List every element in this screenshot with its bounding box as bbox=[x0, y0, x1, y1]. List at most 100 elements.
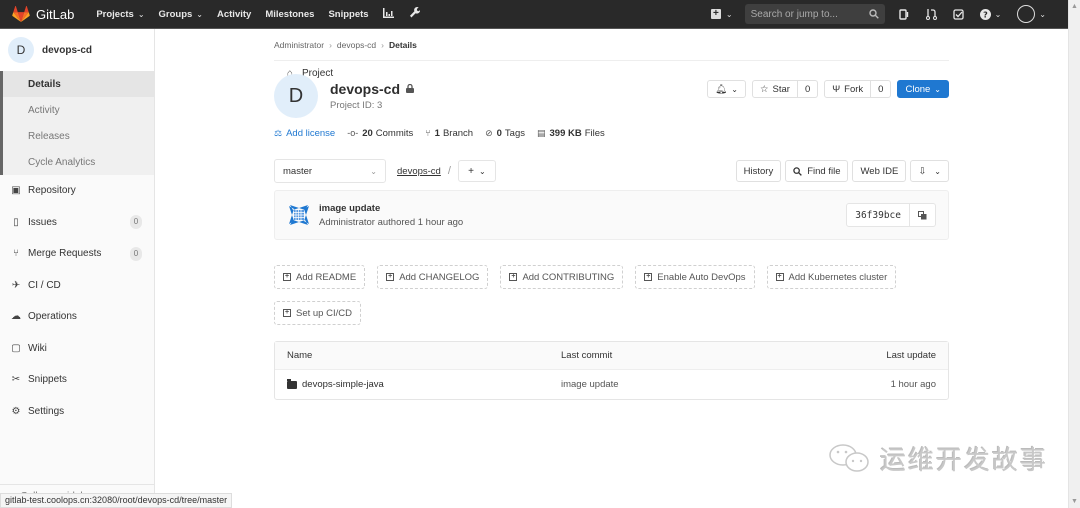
wrench-icon[interactable] bbox=[409, 7, 420, 21]
breadcrumb-current[interactable]: Details bbox=[389, 40, 417, 50]
sidebar-project-header[interactable]: D devops-cd bbox=[0, 29, 154, 71]
add-kubernetes-cluster-button[interactable]: + Add Kubernetes cluster bbox=[766, 265, 897, 289]
nav-milestones[interactable]: Milestones bbox=[265, 9, 314, 20]
tags-link[interactable]: ⊘ 0 Tags bbox=[485, 128, 525, 139]
file-last-commit[interactable]: image update bbox=[561, 379, 816, 390]
star-button[interactable]: ☆ Star bbox=[751, 80, 798, 98]
gitlab-logo[interactable]: GitLab bbox=[12, 6, 74, 22]
sidebar-item-wiki[interactable]: ▢ Wiki bbox=[0, 333, 154, 365]
history-button[interactable]: History bbox=[735, 160, 782, 182]
add-license-link[interactable]: ⚖ Add license bbox=[274, 128, 335, 139]
search-icon bbox=[793, 166, 803, 176]
set-up-ci-cd-button[interactable]: + Set up CI/CD bbox=[274, 301, 361, 325]
gitlab-tanuki-icon bbox=[12, 6, 30, 22]
fork-button[interactable]: Ψ Fork bbox=[824, 80, 872, 98]
sidebar-subitem-releases[interactable]: Releases bbox=[3, 123, 154, 149]
commits-link[interactable]: -o- 20 Commits bbox=[347, 128, 413, 139]
repo-path-link[interactable]: devops-cd bbox=[397, 166, 441, 177]
copy-sha-button[interactable] bbox=[910, 203, 936, 227]
commits-count: 20 bbox=[362, 127, 373, 139]
commit-author-avatar[interactable] bbox=[287, 203, 311, 227]
notification-dropdown[interactable]: 🔔︎ ⌄ bbox=[707, 80, 746, 98]
sidebar-item-label: Snippets bbox=[28, 374, 67, 386]
nav-groups-label: Groups bbox=[158, 8, 193, 20]
sidebar-item-repository[interactable]: ▣ Repository bbox=[0, 175, 154, 207]
vertical-scrollbar[interactable]: ▲ ▼ bbox=[1068, 0, 1080, 508]
header-last-commit: Last commit bbox=[561, 350, 613, 361]
download-dropdown[interactable]: ⇩ ⌄ bbox=[910, 160, 949, 182]
enable-auto-devops-button[interactable]: + Enable Auto DevOps bbox=[635, 265, 755, 289]
sidebar-subitem-cycle-analytics[interactable]: Cycle Analytics bbox=[3, 149, 154, 175]
sidebar-subitem-activity[interactable]: Activity bbox=[3, 97, 154, 123]
project-stats: ⚖ Add license -o- 20 Commits ⑂ 1 Branch … bbox=[274, 125, 949, 141]
tag-icon: ⊘ bbox=[485, 127, 493, 138]
wechat-icon bbox=[829, 443, 869, 472]
folder-icon bbox=[287, 378, 297, 389]
last-commit: image update Administrator authored 1 ho… bbox=[274, 190, 949, 240]
file-name-link[interactable]: devops-simple-java bbox=[302, 379, 384, 390]
web-ide-button[interactable]: Web IDE bbox=[852, 160, 907, 182]
plus-icon: + bbox=[468, 165, 474, 177]
plus-square-icon: + bbox=[509, 273, 518, 281]
chevron-down-icon: ⌄ bbox=[196, 9, 203, 19]
chart-icon[interactable] bbox=[382, 7, 394, 21]
new-item-dropdown[interactable]: + ⌄ bbox=[710, 9, 733, 19]
plus-square-icon: + bbox=[775, 273, 784, 281]
scroll-down-arrow-icon[interactable]: ▼ bbox=[1071, 498, 1078, 505]
add-readme-button[interactable]: + Add README bbox=[274, 265, 366, 289]
issues-icon[interactable] bbox=[898, 8, 910, 20]
search-input[interactable]: Search or jump to... bbox=[744, 4, 885, 24]
add-to-tree-dropdown[interactable]: + ⌄ bbox=[457, 160, 496, 182]
plus-square-icon: + bbox=[710, 9, 721, 19]
svg-text:?: ? bbox=[983, 10, 988, 19]
search-icon bbox=[868, 9, 879, 19]
merge-requests-count-badge: 0 bbox=[130, 246, 142, 261]
breadcrumb-item[interactable]: devops-cd bbox=[337, 40, 376, 50]
help-dropdown[interactable]: ? ⌄ bbox=[979, 8, 1001, 20]
sidebar-item-ci-cd[interactable]: ✈ CI / CD bbox=[0, 270, 154, 302]
star-count[interactable]: 0 bbox=[797, 80, 819, 98]
star-group: ☆ Star 0 bbox=[751, 80, 819, 98]
breadcrumb-item[interactable]: Administrator bbox=[274, 40, 324, 50]
commit-title[interactable]: image update bbox=[319, 203, 463, 214]
scroll-up-arrow-icon[interactable]: ▲ bbox=[1071, 3, 1078, 10]
project-id: Project ID: 3 bbox=[330, 100, 383, 111]
tags-label: Tags bbox=[504, 127, 525, 139]
nav-snippets[interactable]: Snippets bbox=[328, 9, 368, 20]
find-file-button[interactable]: Find file bbox=[785, 160, 849, 182]
lock-icon bbox=[406, 83, 415, 95]
todo-icon[interactable] bbox=[952, 8, 964, 20]
user-menu[interactable]: ⌄ bbox=[1017, 5, 1046, 23]
sidebar-item-operations[interactable]: ☁ Operations bbox=[0, 301, 154, 333]
fork-count[interactable]: 0 bbox=[871, 80, 892, 98]
issues-count-badge: 0 bbox=[130, 215, 142, 230]
add-contributing-button[interactable]: + Add CONTRIBUTING bbox=[500, 265, 624, 289]
files-link[interactable]: ▤ 399 KB Files bbox=[537, 128, 605, 139]
quick-action-label: Add CHANGELOG bbox=[399, 271, 480, 283]
bell-icon: 🔔︎ bbox=[715, 83, 728, 95]
sidebar-item-label: Settings bbox=[28, 405, 65, 417]
sidebar-item-snippets[interactable]: ✂ Snippets bbox=[0, 364, 154, 396]
sidebar-item-issues[interactable]: ▯ Issues 0 bbox=[0, 207, 154, 239]
chevron-down-icon: ⌄ bbox=[934, 166, 941, 176]
chevron-down-icon: ⌄ bbox=[731, 84, 738, 94]
table-header: Name Last commit Last update bbox=[275, 342, 948, 370]
help-icon: ? bbox=[979, 8, 991, 20]
commit-sha[interactable]: 36f39bce bbox=[846, 203, 910, 227]
sidebar-item-settings[interactable]: ⚙ Settings bbox=[0, 396, 154, 428]
fork-icon: Ψ bbox=[832, 83, 841, 95]
tags-count: 0 bbox=[496, 127, 502, 139]
merge-request-icon[interactable] bbox=[925, 8, 937, 20]
tree-controls: master ⌄ devops-cd / + ⌄ History Find fi… bbox=[274, 159, 949, 183]
branch-label: Branch bbox=[442, 127, 474, 139]
branch-select[interactable]: master ⌄ bbox=[274, 159, 386, 183]
nav-groups[interactable]: Groups ⌄ bbox=[159, 9, 203, 20]
sidebar-item-merge-requests[interactable]: ⑂ Merge Requests 0 bbox=[0, 238, 154, 270]
add-changelog-button[interactable]: + Add CHANGELOG bbox=[377, 265, 489, 289]
nav-projects[interactable]: Projects ⌄ bbox=[96, 9, 144, 20]
clone-button[interactable]: Clone ⌄ bbox=[897, 80, 949, 98]
nav-activity[interactable]: Activity bbox=[217, 9, 251, 20]
branches-link[interactable]: ⑂ 1 Branch bbox=[425, 128, 473, 139]
sidebar-subitem-details[interactable]: Details bbox=[3, 71, 154, 97]
files-size: 399 KB bbox=[549, 127, 582, 139]
